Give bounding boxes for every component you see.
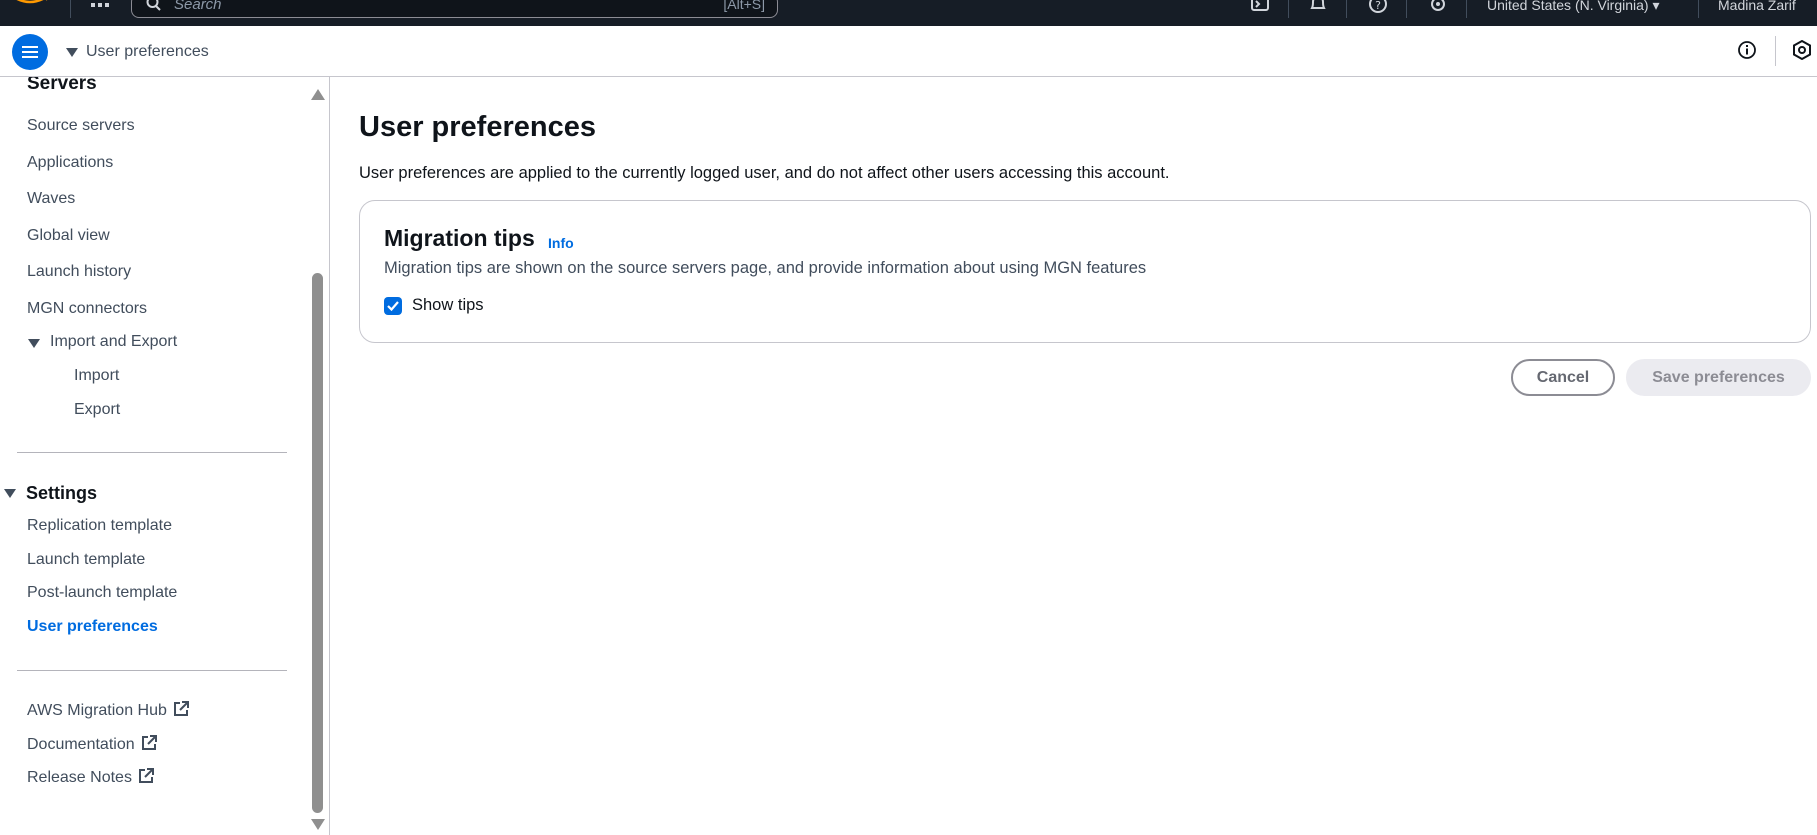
sidebar-item-launch-history[interactable]: Launch history [27, 263, 131, 281]
container-description: Migration tips are shown on the source s… [384, 259, 1147, 277]
account-menu[interactable]: Madina Zarif [1718, 0, 1796, 13]
main-content: User preferences User preferences are ap… [331, 77, 1817, 835]
settings-hex-icon[interactable] [1792, 40, 1812, 60]
info-link[interactable]: Info [548, 235, 574, 251]
cloudshell-icon[interactable] [1250, 0, 1270, 14]
sidebar-item-export[interactable]: Export [74, 401, 120, 419]
sidebar-scrollbar[interactable] [311, 89, 325, 830]
show-tips-label[interactable]: Show tips [412, 296, 484, 315]
nav-divider [1466, 0, 1467, 18]
sidebar-item-applications[interactable]: Applications [27, 154, 113, 172]
nav-divider [1698, 0, 1699, 18]
header-divider [1775, 36, 1776, 66]
settings-gear-icon[interactable] [1428, 0, 1448, 14]
sidebar-section-import-export[interactable]: Import and Export [50, 333, 177, 351]
sidebar-item-replication-template[interactable]: Replication template [27, 517, 172, 535]
aws-logo[interactable] [8, 0, 52, 8]
scroll-down-arrow-icon[interactable] [311, 819, 325, 830]
sidebar-link-release-notes[interactable]: Release Notes [27, 768, 154, 787]
nav-divider [1346, 0, 1347, 18]
top-navigation-bar: Search [Alt+S] ? United States (N. Virgi… [0, 0, 1817, 26]
caret-down-icon[interactable] [28, 339, 40, 348]
search-input[interactable]: Search [Alt+S] [131, 0, 778, 18]
link-label: AWS Migration Hub [27, 702, 167, 719]
nav-divider [70, 0, 71, 18]
page-title: User preferences [359, 111, 596, 143]
sidebar-item-mgn-connectors[interactable]: MGN connectors [27, 300, 147, 318]
info-circle-icon[interactable] [1737, 40, 1757, 60]
cancel-button[interactable]: Cancel [1511, 359, 1615, 396]
search-icon [146, 0, 161, 11]
nav-divider [1288, 0, 1289, 18]
region-label: United States (N. Virginia) [1487, 0, 1649, 13]
region-selector[interactable]: United States (N. Virginia) ▾ [1487, 0, 1660, 14]
sidebar-link-aws-migration-hub[interactable]: AWS Migration Hub [27, 701, 189, 720]
scroll-up-arrow-icon[interactable] [311, 89, 325, 100]
svg-text:?: ? [1375, 0, 1381, 12]
sidebar-item-source-servers[interactable]: Source servers [27, 117, 135, 135]
bell-icon[interactable] [1308, 0, 1328, 14]
link-label: Documentation [27, 736, 135, 753]
sidebar-item-global-view[interactable]: Global view [27, 227, 110, 245]
account-name: Madina Zarif [1718, 0, 1796, 13]
caret-down-icon[interactable] [66, 48, 78, 57]
container-title: Migration tips [384, 225, 535, 251]
menu-toggle-button[interactable] [12, 34, 48, 70]
show-tips-checkbox[interactable] [384, 297, 402, 315]
sidebar-item-waves[interactable]: Waves [27, 190, 75, 208]
link-label: Release Notes [27, 769, 132, 786]
sidebar-heading-servers: Servers [27, 77, 97, 94]
sidebar-item-post-launch-template[interactable]: Post-launch template [27, 584, 177, 602]
external-link-icon [141, 735, 157, 750]
search-placeholder: Search [174, 0, 222, 13]
checkmark-icon [387, 301, 399, 312]
services-grid-icon[interactable] [90, 0, 110, 10]
scrollbar-thumb[interactable] [312, 273, 323, 813]
nav-divider [1406, 0, 1407, 18]
sidebar-divider [17, 670, 287, 671]
caret-down-icon[interactable] [4, 489, 16, 498]
sidebar-item-user-preferences[interactable]: User preferences [27, 618, 158, 636]
sidebar-item-import[interactable]: Import [74, 367, 119, 385]
sidebar-heading-settings[interactable]: Settings [26, 483, 97, 504]
side-navigation: Servers Source servers Applications Wave… [0, 77, 330, 835]
save-preferences-button[interactable]: Save preferences [1626, 359, 1811, 396]
breadcrumb: User preferences [86, 43, 209, 60]
chevron-down-icon: ▾ [1652, 0, 1660, 13]
sidebar-link-documentation[interactable]: Documentation [27, 735, 157, 754]
external-link-icon [138, 768, 154, 783]
app-header: User preferences [0, 26, 1817, 77]
help-icon[interactable]: ? [1368, 0, 1388, 14]
sidebar-item-launch-template[interactable]: Launch template [27, 551, 145, 569]
sidebar-divider [17, 452, 287, 453]
search-shortcut: [Alt+S] [723, 0, 765, 12]
migration-tips-container: Migration tips Info Migration tips are s… [359, 200, 1811, 343]
page-description: User preferences are applied to the curr… [359, 164, 1170, 182]
external-link-icon [173, 701, 189, 716]
